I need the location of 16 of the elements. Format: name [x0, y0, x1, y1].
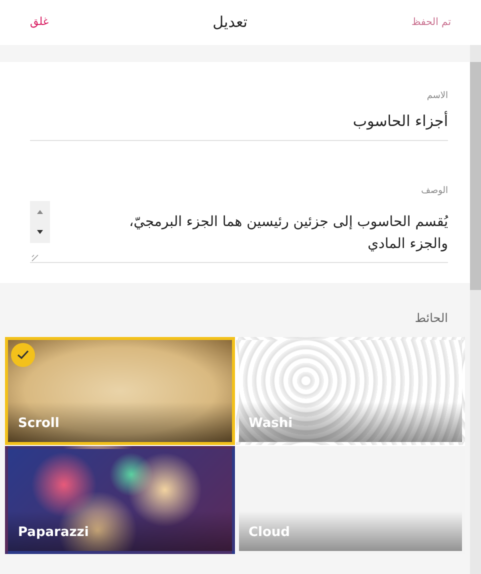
- tile-label: Paparazzi: [18, 524, 89, 542]
- tile-label: Washi: [248, 415, 293, 433]
- wallpaper-tile[interactable]: Paparazzi: [5, 446, 234, 554]
- name-field[interactable]: أجزاء الحاسوب: [30, 110, 448, 141]
- spinner-icon[interactable]: [30, 200, 50, 262]
- tile-label: Scroll: [18, 415, 60, 433]
- scrollbar-thumb[interactable]: [470, 62, 481, 290]
- window-title: تعديل: [212, 12, 248, 34]
- field-label: الاسم: [426, 90, 448, 103]
- tile-label: Cloud: [248, 524, 290, 542]
- check-icon: [11, 342, 35, 366]
- description-field[interactable]: يُقسم الحاسوب إلى جزئين رئيسين هما الجزء البرمجيّ، والجزء المادي: [30, 200, 448, 262]
- section-label: الحائط: [414, 310, 449, 326]
- close-button[interactable]: غلق: [30, 14, 49, 31]
- wallpaper-tile[interactable]: Scroll: [5, 336, 234, 444]
- field-label: الوصف: [420, 185, 448, 198]
